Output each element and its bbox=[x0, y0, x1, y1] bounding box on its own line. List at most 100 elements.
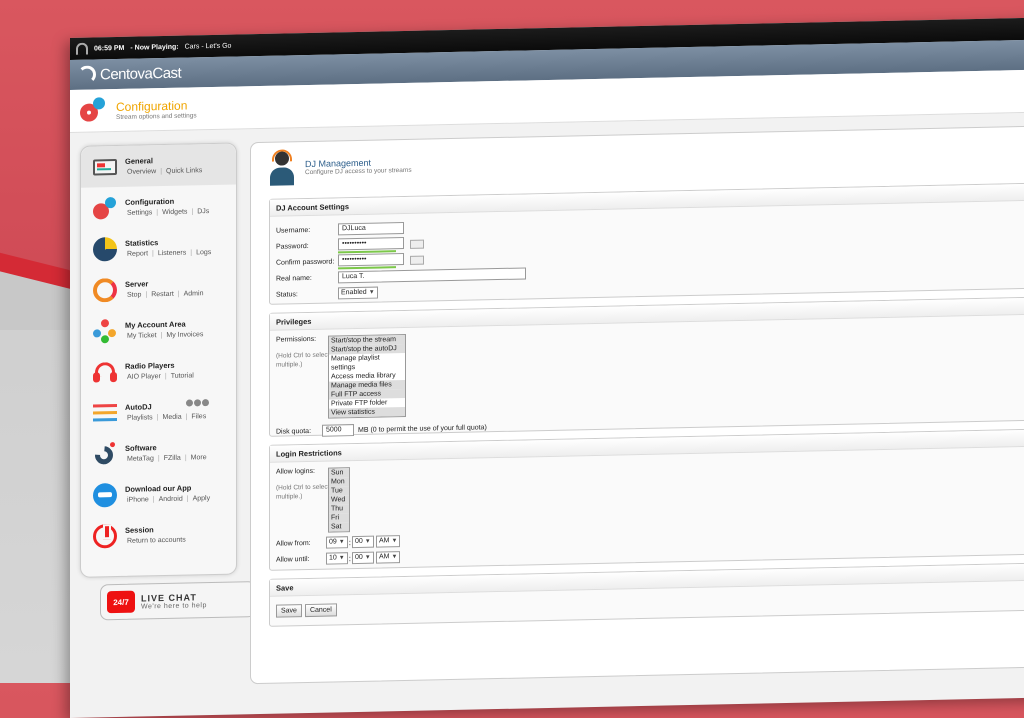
sidebar-item-configuration[interactable]: Configuration Settings | Widgets | DJs bbox=[81, 185, 236, 229]
permission-option[interactable]: Manage playlist settings bbox=[329, 353, 405, 373]
nav-link-more[interactable]: More bbox=[189, 454, 209, 461]
chevron-down-icon: ▼ bbox=[338, 555, 345, 562]
power-icon bbox=[93, 523, 117, 549]
headphone-icon bbox=[76, 42, 88, 55]
nav-link-widgets[interactable]: Widgets bbox=[160, 208, 189, 217]
password-label: Password: bbox=[276, 242, 309, 251]
until-minute-value: 00 bbox=[354, 553, 363, 562]
chevron-down-icon: ▼ bbox=[364, 554, 371, 561]
from-hour-value: 09 bbox=[329, 538, 337, 546]
sidebar-item-radio-players[interactable]: Radio Players AIO Player | Tutorial bbox=[81, 349, 236, 393]
nav-link-aio-player[interactable]: AIO Player bbox=[125, 373, 163, 381]
sidebar-item-title: General bbox=[125, 156, 153, 166]
nav-link-restart[interactable]: Restart bbox=[149, 291, 176, 299]
username-input[interactable]: DJLuca bbox=[338, 222, 404, 236]
disk-quota-label: Disk quota: bbox=[276, 427, 312, 436]
sidebar-item-title: Software bbox=[125, 443, 157, 453]
permissions-label: Permissions: bbox=[276, 335, 317, 344]
nav-link-my-invoices[interactable]: My Invoices bbox=[164, 331, 205, 339]
nav-link-apply[interactable]: Apply bbox=[191, 495, 213, 502]
magnet-icon bbox=[91, 441, 117, 468]
confirm-password-input[interactable]: •••••••••• bbox=[338, 252, 404, 266]
chevron-down-icon: ▼ bbox=[364, 538, 371, 545]
disk-quota-input[interactable]: 5000 bbox=[322, 424, 354, 437]
nav-link-admin[interactable]: Admin bbox=[182, 290, 206, 297]
day-option[interactable]: Fri bbox=[329, 513, 349, 523]
save-panel: Save Save Cancel bbox=[269, 562, 1024, 627]
nav-link-overview[interactable]: Overview bbox=[125, 168, 158, 176]
from-minute-select[interactable]: 00 ▼ bbox=[351, 535, 374, 549]
nav-link-tutorial[interactable]: Tutorial bbox=[169, 372, 196, 380]
sidebar-item-server[interactable]: Server Stop | Restart | Admin bbox=[81, 267, 236, 311]
until-ampm-select[interactable]: AM ▼ bbox=[375, 551, 401, 564]
sidebar-item-autodj[interactable]: AutoDJ Playlists | Media | Files bbox=[81, 390, 236, 434]
sidebar-item-title: Session bbox=[125, 525, 154, 535]
nav-link-iphone[interactable]: iPhone bbox=[125, 496, 151, 504]
nav-link-my-ticket[interactable]: My Ticket bbox=[125, 332, 159, 340]
dj-avatar-icon bbox=[269, 149, 295, 186]
sliders-icon bbox=[93, 401, 117, 426]
allow-logins-hint: (Hold Ctrl to select multiple.) bbox=[276, 483, 330, 501]
chevron-down-icon: ▼ bbox=[391, 538, 398, 545]
day-option[interactable]: Tue bbox=[329, 486, 349, 496]
from-ampm-select[interactable]: AM ▼ bbox=[375, 535, 401, 548]
clock: 06:59 PM bbox=[94, 44, 125, 52]
nav-link-report[interactable]: Report bbox=[125, 250, 150, 258]
nav-link-settings[interactable]: Settings bbox=[125, 209, 154, 217]
allow-from-label: Allow from: bbox=[276, 539, 311, 548]
autodj-control-icons[interactable] bbox=[186, 399, 210, 407]
password-input[interactable]: •••••••••• bbox=[338, 236, 404, 250]
nav-link-return-to-accounts[interactable]: Return to accounts bbox=[125, 537, 188, 545]
nav-link-stop[interactable]: Stop bbox=[125, 291, 143, 299]
dj-account-settings-panel: DJ Account Settings Username: DJLuca Pass… bbox=[269, 182, 1024, 305]
nav-link-playlists[interactable]: Playlists bbox=[125, 414, 155, 422]
sidebar-item-general[interactable]: General Overview | Quick Links bbox=[81, 143, 236, 188]
permissions-listbox[interactable]: Start/stop the stream Start/stop the aut… bbox=[328, 333, 406, 419]
from-minute-value: 00 bbox=[354, 537, 363, 546]
sidebar-item-session[interactable]: Session Return to accounts bbox=[81, 513, 236, 557]
sidebar-item-title: Radio Players bbox=[125, 360, 175, 371]
broadcast-logo-icon bbox=[78, 65, 96, 84]
keyboard-icon[interactable] bbox=[410, 239, 424, 249]
nav-link-djs[interactable]: DJs bbox=[195, 208, 211, 215]
until-minute-select[interactable]: 00 ▼ bbox=[351, 551, 374, 565]
nav-link-listeners[interactable]: Listeners bbox=[156, 250, 188, 258]
nav-link-android[interactable]: Android bbox=[157, 496, 185, 504]
day-option[interactable]: Mon bbox=[329, 477, 349, 487]
day-option[interactable]: Sat bbox=[329, 522, 349, 532]
section-header: DJ Management Configure DJ access to you… bbox=[251, 126, 1024, 193]
days-listbox[interactable]: Sun Mon Tue Wed Thu Fri Sat bbox=[328, 467, 350, 533]
allow-until-label: Allow until: bbox=[276, 555, 310, 564]
now-playing-label: - Now Playing: bbox=[130, 43, 179, 52]
sidebar-item-download-app[interactable]: Download our App iPhone | Android | Apply bbox=[81, 472, 236, 516]
app-window: 06:59 PM - Now Playing: Cars - Let's Go … bbox=[70, 17, 1024, 718]
until-hour-select[interactable]: 10 ▼ bbox=[326, 552, 348, 565]
day-option[interactable]: Thu bbox=[329, 504, 349, 514]
nav-link-media[interactable]: Media bbox=[161, 414, 184, 421]
real-name-input[interactable]: Luca T. bbox=[338, 267, 526, 284]
day-option[interactable]: Wed bbox=[329, 495, 349, 505]
sidebar-item-statistics[interactable]: Statistics Report | Listeners | Logs bbox=[81, 226, 236, 270]
from-hour-select[interactable]: 09 ▼ bbox=[326, 536, 348, 549]
chevron-down-icon: ▼ bbox=[368, 289, 375, 296]
nav-link-quick-links[interactable]: Quick Links bbox=[164, 167, 204, 175]
sidebar-item-account[interactable]: My Account Area My Ticket | My Invoices bbox=[81, 308, 236, 352]
live-chat-button[interactable]: 24/7 LIVE CHAT We're here to help bbox=[100, 581, 256, 621]
save-button[interactable]: Save bbox=[276, 603, 302, 618]
sidebar-item-title: Configuration bbox=[125, 196, 175, 207]
nav-link-logs[interactable]: Logs bbox=[194, 249, 213, 256]
keyboard-icon[interactable] bbox=[410, 255, 424, 265]
nav-link-metatag[interactable]: MetaTag bbox=[125, 455, 156, 463]
brand-name: CentovaCast bbox=[100, 64, 182, 83]
day-option[interactable]: Sun bbox=[329, 468, 349, 478]
cancel-button[interactable]: Cancel bbox=[304, 602, 337, 617]
now-playing-song: Cars - Let's Go bbox=[184, 42, 232, 51]
until-hour-value: 10 bbox=[329, 554, 337, 562]
status-select[interactable]: Enabled ▼ bbox=[338, 286, 378, 300]
nav-link-files[interactable]: Files bbox=[189, 413, 208, 420]
nav-link-fzilla[interactable]: FZilla bbox=[162, 455, 183, 462]
permissions-hint: (Hold Ctrl to select multiple.) bbox=[276, 351, 330, 369]
permission-option[interactable]: View statistics bbox=[329, 406, 405, 418]
sidebar-item-software[interactable]: Software MetaTag | FZilla | More bbox=[81, 431, 236, 475]
gears-icon bbox=[80, 97, 106, 124]
